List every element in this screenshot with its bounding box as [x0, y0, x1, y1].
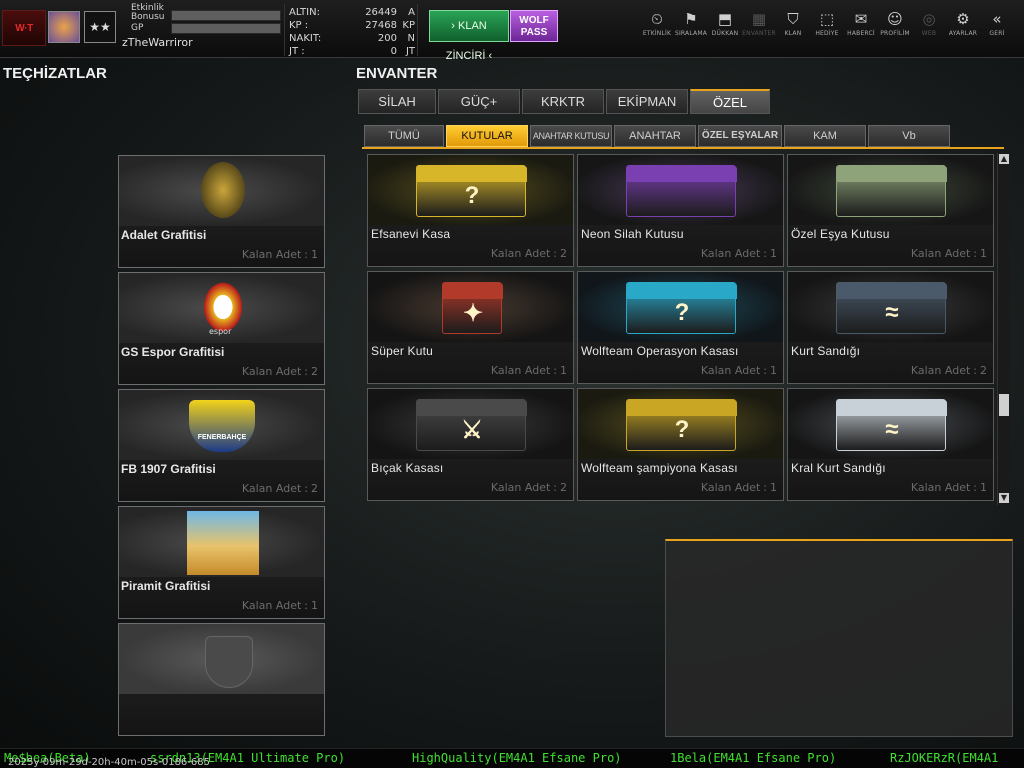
scroll-up-icon[interactable]: ▲: [999, 154, 1009, 164]
megaphone-icon: ✉: [854, 10, 868, 28]
clan-chain-button[interactable]: › KLAN ZİNCİRİ ‹: [429, 10, 509, 62]
nav-gift[interactable]: ⬚ HEDİYE: [810, 8, 844, 48]
inventory-item[interactable]: ≈ Kral Kurt Sandığı Kalan Adet:1: [787, 388, 994, 501]
profile-icon: ☺: [887, 10, 903, 28]
bonus-label: Etkinlik Bonusu: [131, 3, 165, 22]
currency-panel: ALTIN: 26449 A KP : 27468 KP NAKIT: 200 …: [284, 4, 418, 57]
nav-shop[interactable]: ⬒ DÜKKAN: [708, 8, 742, 48]
screenshot-timestamp: 2025y-09m-29d-20h-40m-05s-0186-685: [8, 757, 210, 768]
empty-equipment-slot[interactable]: [118, 623, 325, 736]
nav-clan[interactable]: ⛉ KLAN: [776, 8, 810, 48]
player-nickname: zTheWarriror: [122, 36, 193, 49]
special-item-box-icon: [836, 165, 947, 217]
tab-power[interactable]: GÜÇ+: [438, 89, 520, 114]
nav-ranking[interactable]: ⚑ SIRALAMA: [674, 8, 708, 48]
subtab-camo[interactable]: KAM: [784, 125, 866, 147]
sub-tab-bar: TÜMÜ KUTULAR ANAHTAR KUTUSU ANAHTAR ÖZEL…: [362, 125, 1004, 149]
pyramid-graffiti-icon: [187, 511, 259, 575]
equipment-slot[interactable]: FENERBAHÇE FB 1907 Grafitisi Kalan Adet:…: [118, 389, 325, 502]
gp-bar: [171, 23, 281, 34]
rank-emblem-icon: [48, 11, 80, 43]
nav-settings[interactable]: ⚙ AYARLAR: [946, 8, 980, 48]
subtab-boxes[interactable]: KUTULAR: [446, 125, 528, 147]
legendary-crate-icon: ?: [416, 165, 527, 217]
inventory-grid: ? Efsanevi Kasa Kalan Adet:2 Neon Silah …: [366, 153, 996, 505]
equipment-slot[interactable]: espor GS Espor Grafitisi Kalan Adet:2: [118, 272, 325, 385]
inventory-item[interactable]: ? Wolfteam Operasyon Kasası Kalan Adet:1: [577, 271, 784, 384]
wolf-pass-button[interactable]: WOLF PASS: [510, 10, 558, 42]
nav-back[interactable]: «GERİ: [980, 8, 1014, 48]
subtab-key[interactable]: ANAHTAR: [614, 125, 696, 147]
operation-crate-icon: ?: [626, 282, 737, 334]
currency-jt: JT : 0 JT: [289, 46, 415, 57]
tab-character[interactable]: KRKTR: [522, 89, 604, 114]
inventory-item[interactable]: ? Wolfteam şampiyona Kasası Kalan Adet:1: [577, 388, 784, 501]
nav-profile[interactable]: ☺ PROFİLİM: [878, 8, 912, 48]
inventory-item[interactable]: ⚔ Bıçak Kasası Kalan Adet:2: [367, 388, 574, 501]
back-chevron-icon: «: [992, 10, 1002, 28]
currency-gold: ALTIN: 26449 A: [289, 7, 415, 18]
subtab-special-items[interactable]: ÖZEL EŞYALAR: [698, 125, 782, 147]
nav-inventory[interactable]: ▦ ENVANTER: [742, 8, 776, 48]
subtab-all[interactable]: TÜMÜ: [364, 125, 444, 147]
knife-crate-icon: ⚔: [416, 399, 527, 451]
player-entry[interactable]: HighQuality(EM4A1 Efsane Pro): [412, 751, 622, 765]
player-entry[interactable]: 1Bela(EM4A1 Efsane Pro): [670, 751, 836, 765]
equipment-slot[interactable]: Piramit Grafitisi Kalan Adet:1: [118, 506, 325, 619]
tab-weapon[interactable]: SİLAH: [358, 89, 436, 114]
scroll-thumb[interactable]: [999, 394, 1009, 416]
wolf-chest-icon: ≈: [836, 282, 947, 334]
nav-messenger[interactable]: ✉ HABERCİ: [844, 8, 878, 48]
championship-crate-icon: ?: [626, 399, 737, 451]
king-wolf-chest-icon: ≈: [836, 399, 947, 451]
gear-icon: ⚙: [956, 10, 970, 28]
equipment-slot[interactable]: Adalet Grafitisi Kalan Adet:1: [118, 155, 325, 268]
inventory-item[interactable]: ? Efsanevi Kasa Kalan Adet:2: [367, 154, 574, 267]
fenerbahce-logo-icon: [189, 400, 255, 452]
scroll-down-icon[interactable]: ▼: [999, 493, 1009, 503]
empty-shield-icon: [205, 636, 253, 688]
subtab-key-box[interactable]: ANAHTAR KUTUSU: [530, 125, 612, 147]
currency-kp: KP : 27468 KP: [289, 20, 415, 31]
equipment-title: TEÇHİZATLAR: [3, 65, 107, 82]
tab-special[interactable]: ÖZEL: [690, 89, 770, 114]
nav-event[interactable]: ⏲ ETKİNLİK: [640, 8, 674, 48]
inventory-item[interactable]: Neon Silah Kutusu Kalan Adet:1: [577, 154, 784, 267]
inventory-item[interactable]: Özel Eşya Kutusu Kalan Adet:1: [787, 154, 994, 267]
inventory-title: ENVANTER: [356, 65, 438, 82]
subtab-other[interactable]: Vb: [868, 125, 950, 147]
shield-icon: ⛉: [787, 10, 799, 28]
medal-icon: ⚑: [684, 10, 698, 28]
neon-weapon-box-icon: [626, 165, 737, 217]
item-detail-panel: [665, 539, 1013, 737]
inventory-item[interactable]: ≈ Kurt Sandığı Kalan Adet:2: [787, 271, 994, 384]
currency-cash: NAKIT: 200 N: [289, 33, 415, 44]
inventory-item[interactable]: ✦ Süper Kutu Kalan Adet:1: [367, 271, 574, 384]
top-bar: W·T ★★ Etkinlik Bonusu GP zTheWarriror A…: [0, 0, 1024, 62]
game-logo: W·T: [2, 10, 46, 46]
player-entry[interactable]: RzJOKERzR(EM4A1: [890, 751, 998, 765]
gp-label: GP: [131, 23, 144, 33]
gift-icon: ⬚: [819, 10, 835, 28]
rank-stars-icon: ★★: [84, 11, 116, 43]
anubis-graffiti-icon: [201, 162, 245, 218]
inventory-scrollbar[interactable]: ▲ ▼: [997, 153, 1010, 505]
bonus-bar: [171, 10, 281, 21]
super-gift-box-icon: ✦: [442, 282, 503, 334]
cart-icon: ⬒: [717, 10, 733, 28]
globe-icon: ◎: [922, 10, 936, 28]
clock-icon: ⏲: [651, 10, 663, 28]
tab-equipment[interactable]: EKİPMAN: [606, 89, 688, 114]
nav-web[interactable]: ◎ WEB: [912, 8, 946, 48]
inventory-icon: ▦: [751, 10, 767, 28]
